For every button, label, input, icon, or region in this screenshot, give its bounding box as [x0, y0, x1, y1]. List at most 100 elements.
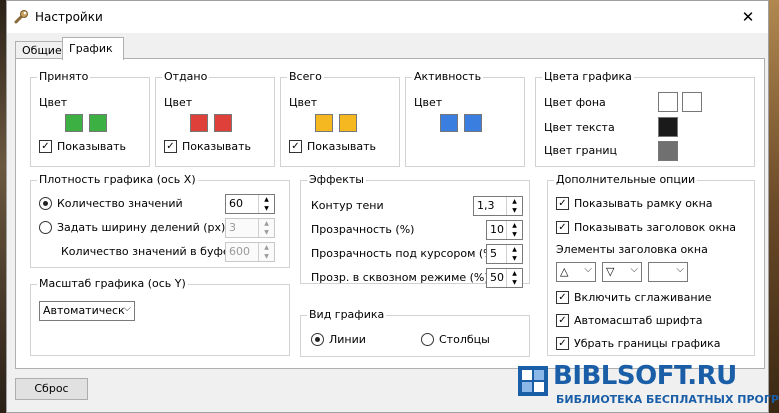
count-spinner[interactable]: 60 ▲ ▼	[225, 194, 275, 214]
group-density-title: Плотность графика (ось X)	[37, 173, 198, 186]
spinner-arrows-icon[interactable]: ▲ ▼	[506, 197, 522, 215]
spinner-arrows-icon[interactable]: ▲ ▼	[258, 195, 274, 213]
text-color-label: Цвет текста	[544, 121, 615, 134]
text-color-swatch[interactable]	[658, 117, 678, 137]
opacity-label: Прозрачность (%)	[311, 223, 415, 236]
scale-select[interactable]: Автоматическ ⌵	[39, 301, 135, 321]
accepted-show-checkbox[interactable]: ✓	[39, 140, 52, 153]
header-elements-label: Элементы заголовка окна	[556, 243, 708, 256]
group-view-title: Вид графика	[307, 308, 387, 321]
total-show-checkbox[interactable]: ✓	[289, 140, 302, 153]
group-graph-colors: Цвета графика Цвет фона Цвет текста Цвет…	[535, 70, 755, 167]
spinner-arrows-icon[interactable]: ▲ ▼	[506, 245, 522, 263]
activity-color-label: Цвет	[414, 96, 443, 109]
show-header-label: Показывать заголовок окна	[574, 221, 737, 234]
header-element-select-2[interactable]: ▽ ⌵	[602, 262, 642, 282]
sent-color-swatch-1[interactable]	[190, 114, 208, 132]
remove-borders-checkbox[interactable]: ✓	[556, 337, 569, 350]
show-header-checkbox[interactable]: ✓	[556, 221, 569, 234]
hover-opacity-label: Прозрачность под курсором (%)	[311, 247, 498, 260]
sent-color-swatch-2[interactable]	[214, 114, 232, 132]
autofont-checkbox[interactable]: ✓	[556, 314, 569, 327]
title-bar: Настройки ✕	[7, 1, 768, 33]
close-button[interactable]: ✕	[728, 1, 768, 33]
spinner-arrows-icon[interactable]: ▲ ▼	[506, 221, 522, 239]
desktop-background-right	[769, 0, 779, 413]
group-view: Вид графика Линии Столбцы	[300, 308, 530, 357]
close-icon: ✕	[741, 8, 755, 26]
accepted-show-label: Показывать	[57, 140, 127, 153]
group-graph-colors-title: Цвета графика	[542, 70, 634, 83]
lines-radio[interactable]	[311, 333, 324, 346]
shadow-label: Контур тени	[311, 199, 384, 212]
scale-value: Автоматическ	[43, 304, 125, 317]
spinner-arrows-icon[interactable]: ▲ ▼	[258, 243, 274, 261]
border-color-label: Цвет границ	[544, 144, 618, 157]
tab-graph[interactable]: График	[62, 37, 124, 60]
sent-color-label: Цвет	[164, 96, 193, 109]
through-opacity-value: 50	[490, 271, 504, 284]
group-sent: Отдано Цвет ✓ Показывать	[155, 70, 275, 167]
header-element-select-3[interactable]: ⌵	[648, 262, 688, 282]
wrench-icon	[14, 10, 28, 24]
count-label: Количество значений	[57, 197, 183, 210]
width-value: 3	[229, 221, 236, 234]
header-element-select-1[interactable]: △ ⌵	[556, 262, 596, 282]
through-opacity-spinner[interactable]: 50 ▲ ▼	[486, 268, 523, 288]
bg-color-swatch-1[interactable]	[658, 92, 678, 112]
reset-button[interactable]: Сброс	[15, 378, 88, 400]
bars-radio[interactable]	[421, 333, 434, 346]
shadow-spinner[interactable]: 1,3 ▲ ▼	[473, 196, 523, 216]
spinner-arrows-icon[interactable]: ▲ ▼	[258, 219, 274, 237]
count-radio[interactable]	[39, 197, 52, 210]
header-element-value-2: ▽	[606, 265, 615, 278]
show-frame-checkbox[interactable]: ✓	[556, 197, 569, 210]
group-accepted: Принято Цвет ✓ Показывать	[30, 70, 150, 167]
through-opacity-label: Прозр. в сквозном режиме (%)	[311, 271, 489, 284]
activity-color-swatch-1[interactable]	[440, 114, 458, 132]
watermark-subtitle: БИБЛИОТЕКА БЕСПЛАТНЫХ ПРОГРАММ	[556, 393, 779, 406]
autofont-label: Автомасштаб шрифта	[574, 314, 703, 327]
buffer-label: Количество значений в буфере	[61, 245, 244, 258]
accepted-color-swatch-2[interactable]	[89, 114, 107, 132]
opacity-spinner[interactable]: 10 ▲ ▼	[486, 220, 523, 240]
buffer-spinner[interactable]: 600 ▲ ▼	[225, 242, 275, 262]
accepted-color-label: Цвет	[39, 96, 68, 109]
opacity-value: 10	[490, 223, 504, 236]
sent-show-checkbox[interactable]: ✓	[164, 140, 177, 153]
group-sent-title: Отдано	[162, 70, 210, 83]
chevron-down-icon: ⌵	[630, 264, 638, 275]
group-total: Всего Цвет ✓ Показывать	[280, 70, 400, 167]
accepted-color-swatch-1[interactable]	[65, 114, 83, 132]
width-spinner[interactable]: 3 ▲ ▼	[225, 218, 275, 238]
chevron-down-icon: ⌵	[676, 264, 684, 275]
group-scale-title: Масштаб графика (ось Y)	[37, 277, 188, 290]
header-element-value-1: △	[560, 265, 569, 278]
remove-borders-label: Убрать границы графика	[574, 337, 721, 350]
group-effects-title: Эффекты	[307, 173, 366, 186]
group-extra: Дополнительные опции ✓ Показывать рамку …	[547, 173, 755, 356]
chevron-down-icon: ⌵	[123, 303, 131, 314]
activity-color-swatch-2[interactable]	[464, 114, 482, 132]
border-color-swatch[interactable]	[658, 141, 678, 161]
hover-opacity-spinner[interactable]: 5 ▲ ▼	[486, 244, 523, 264]
graph-settings-panel: Принято Цвет ✓ Показывать Отдано Цвет ✓ …	[15, 58, 765, 369]
group-extra-title: Дополнительные опции	[554, 173, 698, 186]
total-show-label: Показывать	[307, 140, 377, 153]
group-total-title: Всего	[287, 70, 324, 83]
smoothing-checkbox[interactable]: ✓	[556, 291, 569, 304]
spinner-arrows-icon[interactable]: ▲ ▼	[506, 269, 522, 287]
bg-color-label: Цвет фона	[544, 96, 606, 109]
bars-label: Столбцы	[439, 333, 490, 346]
total-color-swatch-2[interactable]	[339, 114, 357, 132]
group-effects: Эффекты Контур тени 1,3 ▲ ▼ Прозрачность …	[300, 173, 530, 288]
width-radio[interactable]	[39, 221, 52, 234]
show-frame-label: Показывать рамку окна	[574, 197, 713, 210]
watermark-text: BIBLSOFT.RU	[553, 361, 737, 391]
group-accepted-title: Принято	[37, 70, 91, 83]
hover-opacity-value: 5	[490, 247, 497, 260]
total-color-swatch-1[interactable]	[315, 114, 333, 132]
bg-color-swatch-2[interactable]	[682, 92, 702, 112]
buffer-value: 600	[229, 245, 250, 258]
group-activity: Активность Цвет	[405, 70, 525, 167]
